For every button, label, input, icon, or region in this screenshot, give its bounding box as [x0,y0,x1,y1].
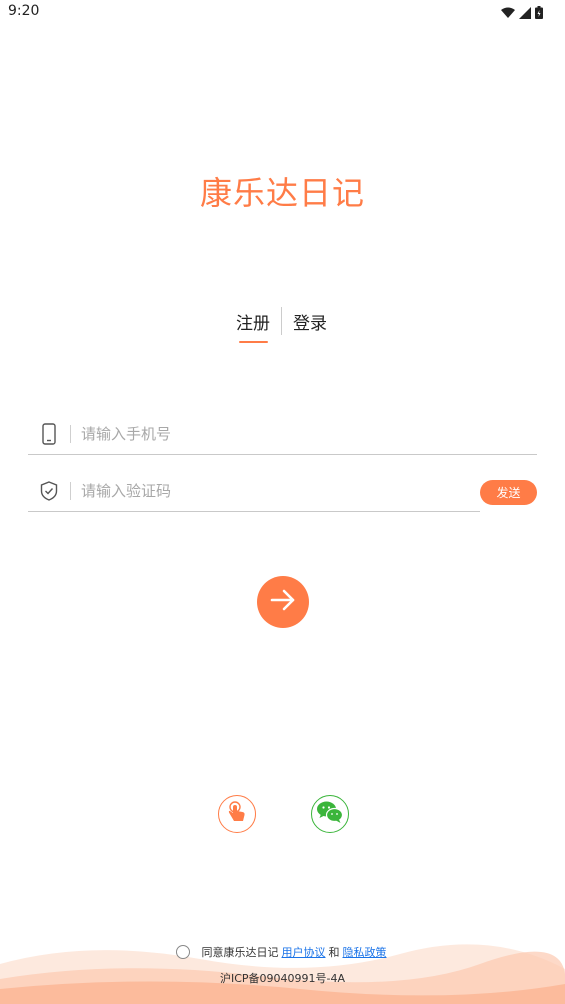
code-field-separator [70,482,71,500]
phone-icon [28,423,70,445]
submit-button[interactable] [257,576,309,628]
agreement-prefix: 同意康乐达日记 [201,946,279,959]
status-time: 9:20 [8,3,40,19]
battery-icon [535,4,543,23]
status-icons [501,4,543,23]
phone-input[interactable] [79,424,537,444]
tab-active-indicator [239,340,268,343]
user-agreement-link[interactable]: 用户协议 [282,944,326,960]
wifi-icon [501,4,515,23]
touch-icon [226,800,248,828]
phone-field [28,414,537,455]
signal-icon [519,4,531,23]
icp-license: 沪ICP备09040991号-4A [219,972,346,985]
auth-tabs: 注册 登录 [236,306,327,343]
agreement-and: 和 [328,946,340,959]
code-field [28,471,480,512]
tab-divider [281,307,282,335]
arrow-right-icon [270,589,296,615]
wechat-icon [316,800,344,828]
agreement-checkbox[interactable] [175,945,190,959]
touch-login-button[interactable] [218,795,256,833]
send-code-button[interactable]: 发送 [480,480,537,505]
app-title: 康乐达日记 [199,174,365,212]
status-bar: 9:20 [0,0,565,24]
wechat-login-button[interactable] [311,795,349,833]
tab-register[interactable]: 注册 [236,309,270,343]
tab-register-label: 注册 [236,313,270,334]
privacy-policy-link[interactable]: 隐私政策 [343,944,387,960]
code-input[interactable] [79,481,480,501]
phone-field-separator [70,425,71,443]
tab-login-label: 登录 [293,313,327,334]
shield-check-icon [28,481,70,501]
agreement-row: 同意康乐达日记 用户协议 和 隐私政策 [0,944,565,960]
tab-login[interactable]: 登录 [293,309,327,334]
